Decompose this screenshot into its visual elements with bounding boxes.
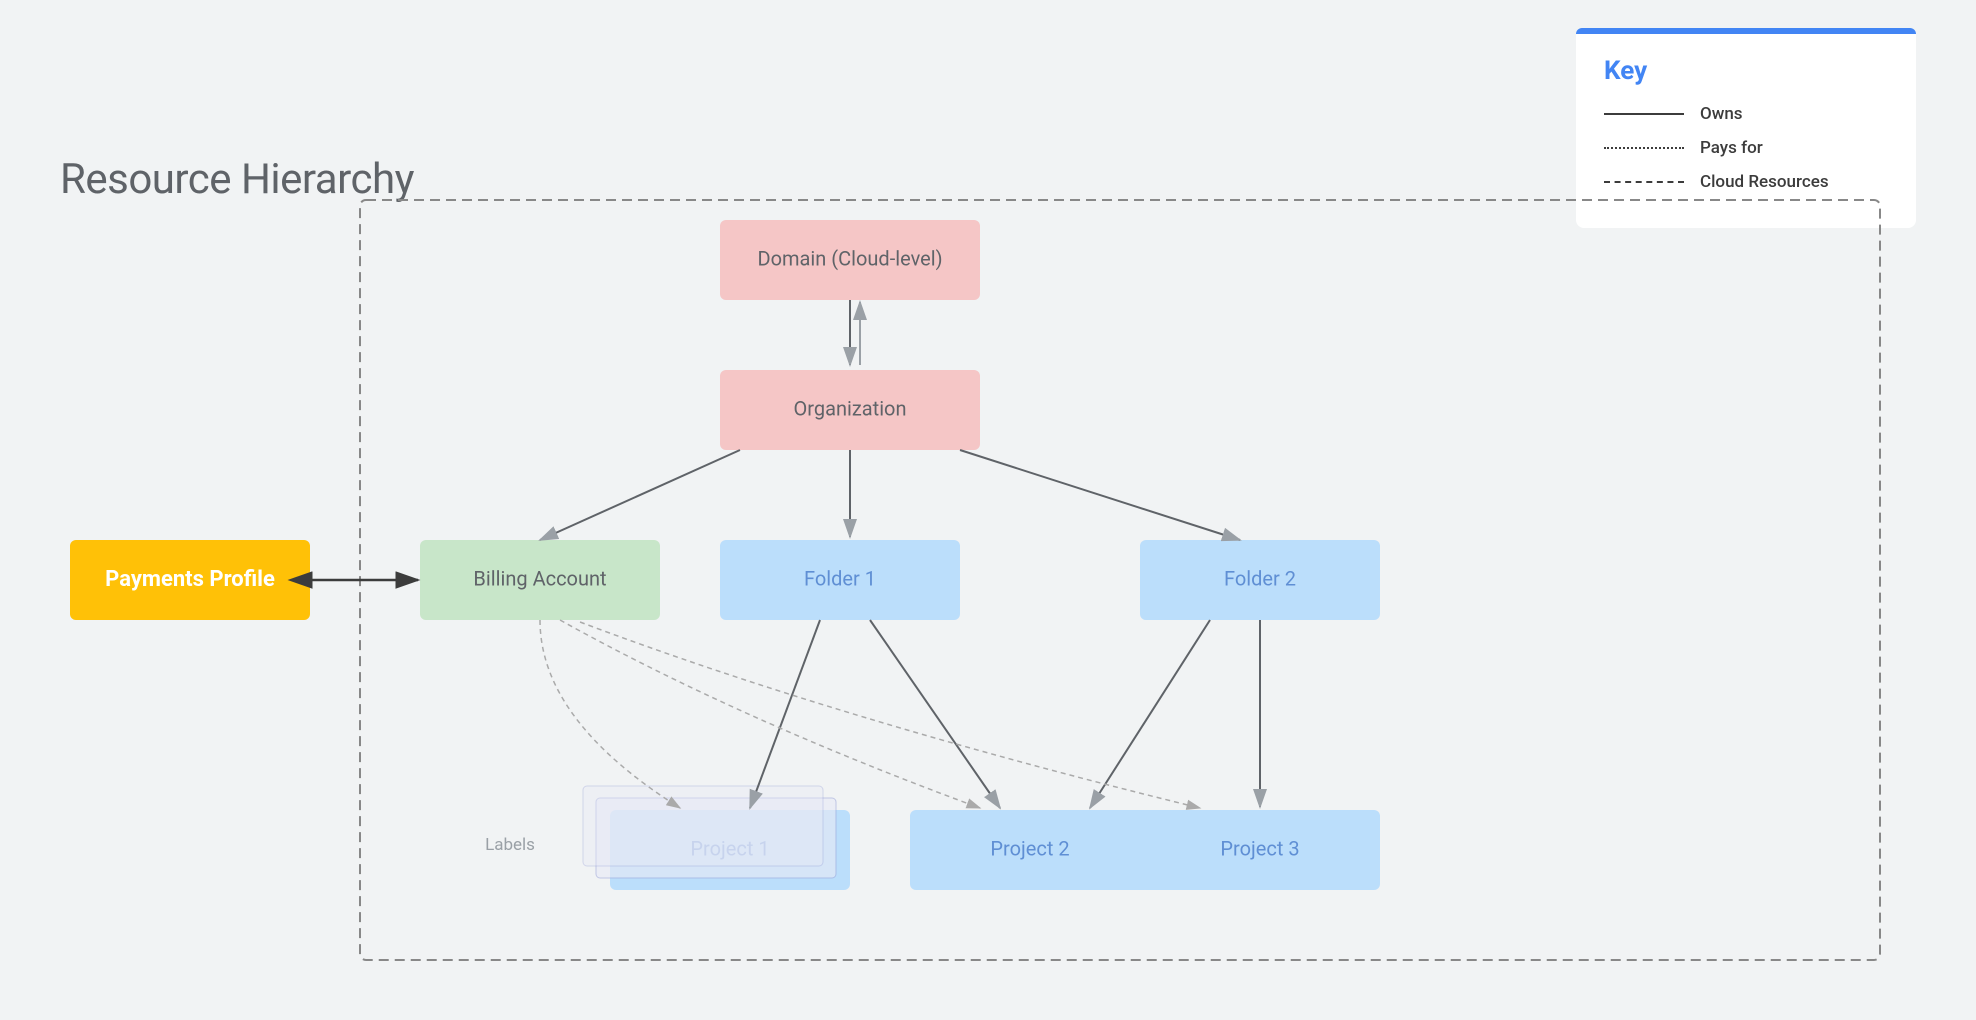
folder2-to-project2-arrow [1090,620,1210,808]
label-rect2 [583,786,823,866]
key-line-dashed [1604,181,1684,183]
key-label-owns: Owns [1700,104,1743,124]
payments-profile-label: Payments Profile [105,567,275,592]
page-container: Resource Hierarchy Key Owns Pays for Clo… [0,0,1976,1020]
organization-label: Organization [793,396,906,420]
billing-account-label: Billing Account [473,566,606,590]
labels-text: Labels [485,835,535,855]
folder1-to-project1-arrow [750,620,820,808]
key-accent-bar [1576,28,1916,34]
key-item-cloud: Cloud Resources [1604,172,1888,192]
key-title: Key [1604,56,1888,86]
key-line-solid [1604,113,1684,115]
org-to-billing-arrow [540,450,740,540]
org-to-folder2-arrow [960,450,1240,540]
folder1-to-project2-arrow [870,620,1000,808]
billing-to-project1-arrow [540,620,680,808]
diagram-svg: Domain (Cloud-level) Organization Billin… [40,190,1900,990]
key-item-pays: Pays for [1604,138,1888,158]
project3-label: Project 3 [1220,836,1299,860]
key-item-owns: Owns [1604,104,1888,124]
billing-to-project2-arrow [560,620,980,808]
folder2-label: Folder 2 [1224,566,1296,590]
domain-label: Domain (Cloud-level) [757,246,942,270]
key-label-pays: Pays for [1700,138,1763,158]
key-line-dotted [1604,147,1684,149]
folder1-label: Folder 1 [804,566,876,590]
project2-label: Project 2 [990,836,1069,860]
key-label-cloud: Cloud Resources [1700,172,1829,192]
